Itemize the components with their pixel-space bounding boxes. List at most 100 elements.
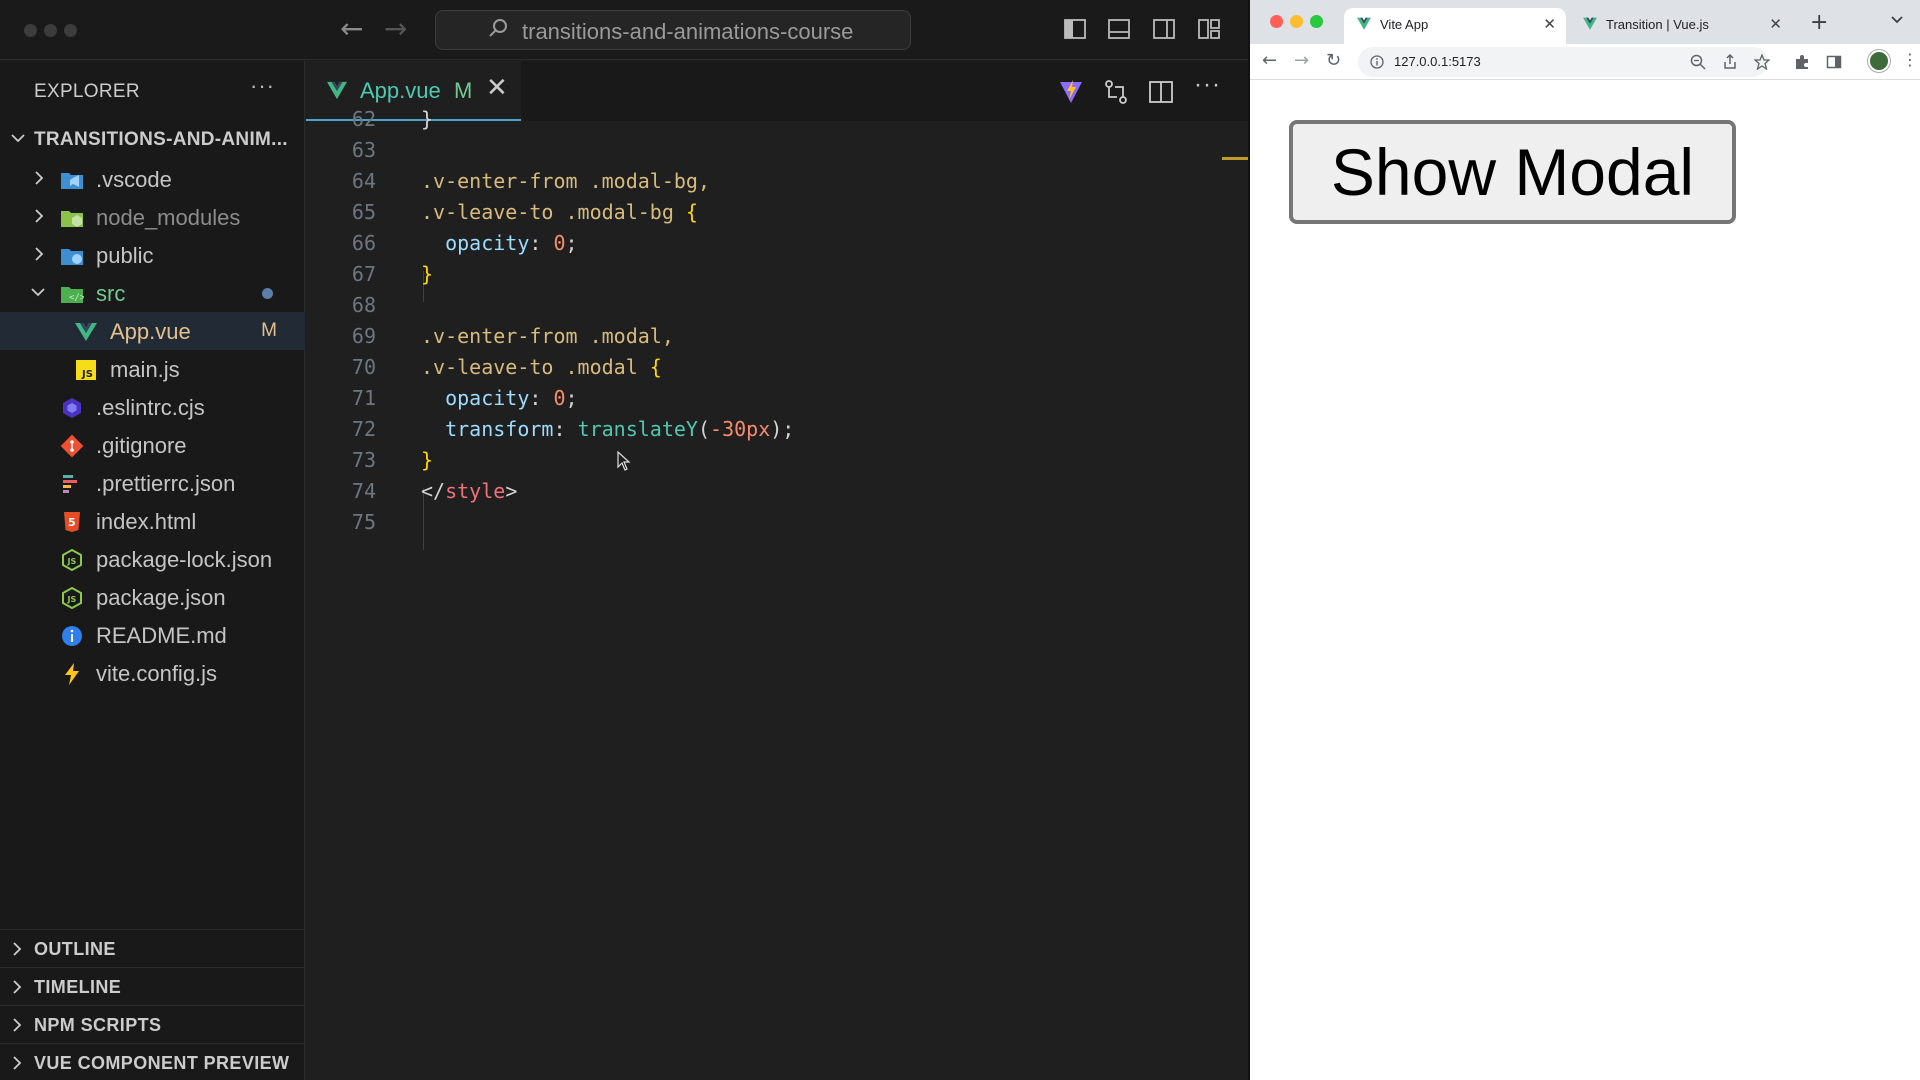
window-close-light[interactable]	[24, 24, 37, 37]
folder-src-icon: </>	[61, 287, 84, 303]
reload-icon[interactable]: ↻	[1326, 50, 1341, 71]
code-line: 69 .v-enter-from .modal,	[351, 324, 674, 348]
tab-modified-badge: M	[454, 78, 473, 103]
customize-layout-icon[interactable]	[1197, 17, 1221, 41]
tree-item-vscode-folder[interactable]: .vscode	[0, 160, 305, 198]
tree-item-src-folder[interactable]: </> src	[0, 274, 305, 312]
svg-text:JS: JS	[81, 369, 93, 380]
section-label: TIMELINE	[34, 977, 122, 997]
folder-vscode-icon	[61, 173, 83, 189]
more-actions-icon[interactable]: ···	[1194, 71, 1221, 99]
tree-item-label: main.js	[110, 357, 180, 382]
tree-item-public-folder[interactable]: public	[0, 236, 305, 274]
tree-item-label: public	[96, 243, 154, 268]
git-icon	[60, 434, 84, 458]
svg-text:</>: </>	[69, 293, 84, 303]
tree-item-label: .eslintrc.cjs	[96, 395, 205, 420]
share-icon[interactable]	[1722, 54, 1738, 70]
timeline-section[interactable]: TIMELINE	[0, 967, 305, 1005]
chevron-right-icon	[35, 209, 44, 223]
explorer-more-actions-icon[interactable]: ···	[250, 73, 275, 99]
vite-icon	[65, 663, 79, 685]
toggle-secondary-sidebar-icon[interactable]	[1152, 17, 1176, 41]
zoom-icon[interactable]	[1690, 54, 1706, 70]
browser-window: Vite App ✕ Transition | Vue.js ✕ + ← → ↻…	[1248, 0, 1920, 1080]
node-icon: JS	[62, 586, 82, 610]
chevron-right-icon	[35, 171, 44, 185]
browser-tab-vite-app[interactable]: Vite App ✕	[1344, 8, 1566, 44]
code-line: 68	[351, 293, 376, 317]
close-tab-icon[interactable]: ✕	[1769, 15, 1782, 33]
close-icon[interactable]: ✕	[486, 73, 508, 103]
outline-section[interactable]: OUTLINE	[0, 929, 305, 967]
vue-icon	[1583, 17, 1597, 30]
url-text: 127.0.0.1:5173	[1394, 54, 1481, 69]
close-tab-icon[interactable]: ✕	[1543, 15, 1556, 33]
vue-component-preview-section[interactable]: VUE COMPONENT PREVIEW	[0, 1043, 305, 1080]
split-editor-icon[interactable]	[1148, 79, 1174, 105]
browser-toolbar: ← → ↻ 127.0.0.1:5173 ⋮	[1250, 44, 1920, 80]
tab-search-chevron-icon[interactable]	[1890, 13, 1904, 27]
tree-item-eslintrc[interactable]: .eslintrc.cjs	[0, 388, 305, 426]
window-minimize-light[interactable]	[1290, 15, 1303, 28]
open-changes-icon[interactable]	[1103, 79, 1129, 105]
tree-item-package-lock[interactable]: JS package-lock.json	[0, 540, 305, 578]
tree-item-gitignore[interactable]: .gitignore	[0, 426, 305, 464]
site-info-icon[interactable]	[1370, 55, 1384, 69]
mouse-pointer-icon	[617, 451, 631, 471]
back-arrow-icon[interactable]: ←	[1262, 50, 1277, 71]
code-line: 64 .v-enter-from .modal-bg,	[351, 169, 710, 193]
tree-item-label: .gitignore	[96, 433, 187, 458]
new-tab-button[interactable]: +	[1810, 10, 1828, 35]
window-zoom-light[interactable]	[64, 24, 77, 37]
prettier-icon	[63, 475, 77, 493]
side-panel-icon[interactable]	[1826, 54, 1842, 70]
show-modal-button[interactable]: Show Modal	[1289, 120, 1736, 224]
folder-public-icon	[61, 249, 83, 265]
forward-arrow-icon[interactable]: →	[384, 14, 407, 44]
npm-scripts-section[interactable]: NPM SCRIPTS	[0, 1005, 305, 1043]
tree-item-prettierrc[interactable]: .prettierrc.json	[0, 464, 305, 502]
section-label: VUE COMPONENT PREVIEW	[34, 1053, 290, 1073]
bookmark-star-icon[interactable]	[1754, 54, 1770, 70]
tree-item-vite-config[interactable]: vite.config.js	[0, 654, 305, 692]
minimap-change-marker	[1222, 157, 1248, 160]
tree-item-label: src	[96, 281, 126, 306]
code-line: 67}	[351, 262, 434, 286]
address-bar[interactable]: 127.0.0.1:5173	[1358, 47, 1768, 77]
browser-tab-strip: Vite App ✕ Transition | Vue.js ✕ +	[1250, 0, 1920, 44]
tree-item-label: README.md	[96, 623, 227, 648]
code-line: 75	[351, 510, 376, 534]
tree-item-app-vue[interactable]: App.vue M	[0, 312, 305, 350]
tree-item-index-html[interactable]: 5 index.html	[0, 502, 305, 540]
title-bar: ← → transitions-and-animations-course	[0, 0, 1248, 60]
section-label: OUTLINE	[34, 939, 116, 959]
tree-item-label: App.vue	[110, 319, 191, 344]
toggle-primary-sidebar-icon[interactable]	[1063, 17, 1087, 41]
folder-node-icon	[61, 211, 83, 227]
window-close-light[interactable]	[1270, 15, 1283, 28]
window-minimize-light[interactable]	[44, 24, 57, 37]
tree-item-label: vite.config.js	[96, 661, 218, 686]
browser-menu-icon[interactable]: ⋮	[1902, 50, 1918, 69]
explorer-title: EXPLORER	[34, 81, 140, 102]
code-line: 65 .v-leave-to .modal-bg {	[351, 200, 698, 224]
browser-tab-transition-vuejs[interactable]: Transition | Vue.js ✕	[1570, 8, 1792, 44]
chevron-right-icon	[13, 980, 22, 994]
profile-avatar[interactable]	[1868, 50, 1890, 72]
forward-arrow-icon[interactable]: →	[1294, 50, 1309, 71]
vite-icon[interactable]	[1058, 79, 1084, 105]
extensions-puzzle-icon[interactable]	[1794, 54, 1810, 70]
tree-item-readme[interactable]: README.md	[0, 616, 305, 654]
window-zoom-light[interactable]	[1310, 15, 1323, 28]
browser-page-content: Show Modal	[1250, 81, 1920, 1080]
info-icon	[62, 626, 82, 646]
tree-item-node-modules-folder[interactable]: node_modules	[0, 198, 305, 236]
toggle-panel-icon[interactable]	[1107, 17, 1131, 41]
chevron-right-icon	[13, 942, 22, 956]
command-center-search[interactable]: transitions-and-animations-course	[435, 10, 911, 50]
tree-item-main-js[interactable]: JS main.js	[0, 350, 305, 388]
root-folder-header[interactable]: TRANSITIONS-AND-ANIM...	[0, 125, 305, 155]
tree-item-package-json[interactable]: JS package.json	[0, 578, 305, 616]
back-arrow-icon[interactable]: ←	[340, 14, 363, 44]
